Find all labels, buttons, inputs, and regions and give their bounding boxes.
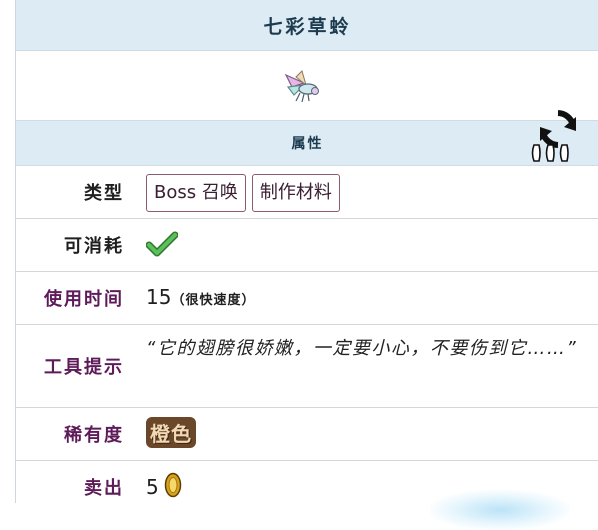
rarity-value: 橙色 bbox=[146, 417, 196, 448]
item-infobox: 七彩草蛉 属性 类型 Boss 召唤 制作材料 可消耗 使用时间 15（很快速度… bbox=[15, 0, 598, 503]
use-time-note: （很快速度） bbox=[171, 293, 256, 308]
row-rarity: 稀有度 橙色 bbox=[16, 408, 598, 461]
switch-image-icon[interactable] bbox=[528, 107, 588, 165]
section-header: 属性 bbox=[16, 121, 598, 166]
sell-value: 5 bbox=[146, 472, 182, 499]
tag-boss-summon[interactable]: Boss 召唤 bbox=[146, 174, 246, 212]
image-row bbox=[16, 51, 598, 162]
tooltip-text: “它的翅膀很娇嫩，一定要小心，不要伤到它……” bbox=[146, 338, 578, 359]
decorative-glow bbox=[430, 490, 570, 530]
use-time-number: 15 bbox=[146, 285, 172, 309]
title-bar: 七彩草蛉 bbox=[16, 0, 598, 51]
type-label: 类型 bbox=[84, 183, 124, 204]
row-type: 类型 Boss 召唤 制作材料 bbox=[16, 166, 598, 219]
use-time-label: 使用时间 bbox=[44, 289, 124, 310]
prismatic-lacewing-icon bbox=[284, 70, 319, 103]
tooltip-label: 工具提示 bbox=[44, 357, 124, 378]
use-time-value: 15（很快速度） bbox=[146, 285, 255, 309]
sell-amount: 5 bbox=[146, 475, 159, 499]
consumable-label: 可消耗 bbox=[64, 236, 124, 257]
sell-label: 卖出 bbox=[84, 478, 124, 499]
row-use-time: 使用时间 15（很快速度） bbox=[16, 272, 598, 325]
row-consumable: 可消耗 bbox=[16, 219, 598, 272]
gold-coin-icon bbox=[164, 472, 182, 498]
tag-crafting-material[interactable]: 制作材料 bbox=[251, 174, 340, 212]
item-title: 七彩草蛉 bbox=[263, 15, 352, 38]
checkmark-icon bbox=[146, 231, 178, 257]
type-value: Boss 召唤 制作材料 bbox=[146, 174, 346, 212]
row-tooltip: 工具提示 “它的翅膀很娇嫩，一定要小心，不要伤到它……” bbox=[16, 325, 598, 408]
section-header-label: 属性 bbox=[291, 136, 324, 152]
rarity-label: 稀有度 bbox=[64, 425, 124, 446]
